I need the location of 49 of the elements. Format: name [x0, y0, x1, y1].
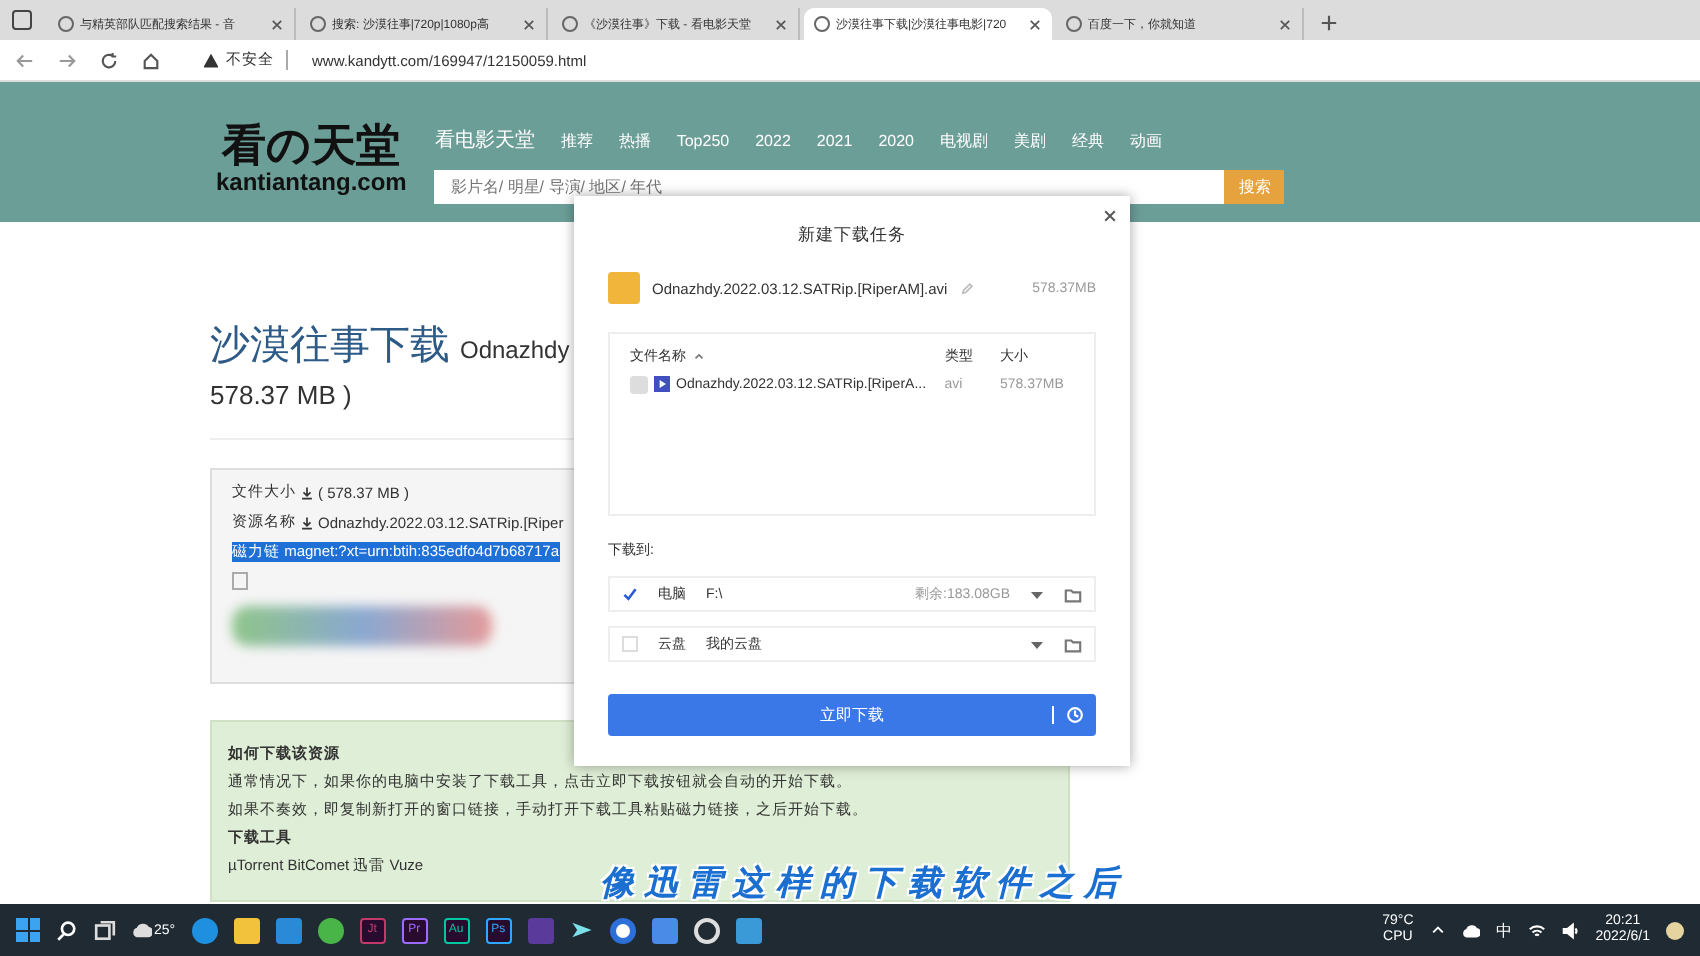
warning-icon: [204, 53, 218, 67]
browser-icon[interactable]: [191, 917, 218, 943]
dropdown-icon[interactable]: [1030, 637, 1044, 651]
check-icon: [622, 586, 638, 602]
dropdown-icon[interactable]: [1030, 587, 1044, 601]
reload-icon[interactable]: [100, 51, 118, 69]
download-icon: [300, 515, 314, 529]
close-icon[interactable]: [1102, 208, 1118, 224]
close-icon[interactable]: [1028, 17, 1042, 31]
close-icon[interactable]: [1278, 17, 1292, 31]
title-suffix: Odnazhdy: [460, 336, 570, 364]
speaker-icon[interactable]: [1561, 921, 1580, 939]
new-tab-icon[interactable]: [1320, 14, 1338, 32]
folder-icon: [608, 272, 640, 304]
clock-icon[interactable]: [1066, 706, 1084, 724]
close-icon[interactable]: [270, 17, 284, 31]
mail-icon[interactable]: [275, 917, 302, 943]
dialog-title: 新建下载任务: [796, 224, 908, 248]
close-icon[interactable]: [522, 17, 536, 31]
sort-icon[interactable]: [692, 349, 706, 363]
folder-icon[interactable]: [1064, 585, 1082, 603]
chevron-icon[interactable]: [1429, 922, 1446, 938]
search-icon[interactable]: [56, 919, 78, 941]
task-view-icon[interactable]: [94, 919, 116, 941]
record-icon[interactable]: [693, 917, 720, 943]
broken-image-icon: [232, 572, 248, 590]
site-domain: kantiantang.com: [216, 168, 407, 196]
download-icon: [300, 485, 314, 499]
download-now-button[interactable]: 立即下载: [608, 694, 1096, 736]
input-method[interactable]: 中: [1495, 919, 1512, 941]
checkbox[interactable]: [622, 586, 638, 602]
folder-icon[interactable]: [1064, 635, 1082, 653]
page-title: 沙漠往事下载: [210, 322, 450, 372]
notification-icon[interactable]: [1666, 921, 1684, 939]
arrow-icon[interactable]: [569, 918, 594, 942]
video-file-icon: [654, 376, 670, 392]
folder-icon[interactable]: [233, 917, 260, 943]
close-icon[interactable]: [774, 17, 788, 31]
weather-icon[interactable]: [132, 920, 152, 940]
cloud-icon[interactable]: [1461, 921, 1480, 939]
wifi-icon[interactable]: [1527, 921, 1546, 939]
forward-icon[interactable]: [58, 51, 76, 69]
photo-icon[interactable]: [735, 917, 762, 943]
back-icon[interactable]: [16, 51, 34, 69]
start-icon[interactable]: [16, 918, 40, 942]
site-logo[interactable]: 看の天堂: [222, 124, 401, 168]
home-icon[interactable]: [142, 51, 160, 69]
app-icon[interactable]: [609, 917, 636, 943]
tab-actions-icon[interactable]: [12, 10, 32, 30]
